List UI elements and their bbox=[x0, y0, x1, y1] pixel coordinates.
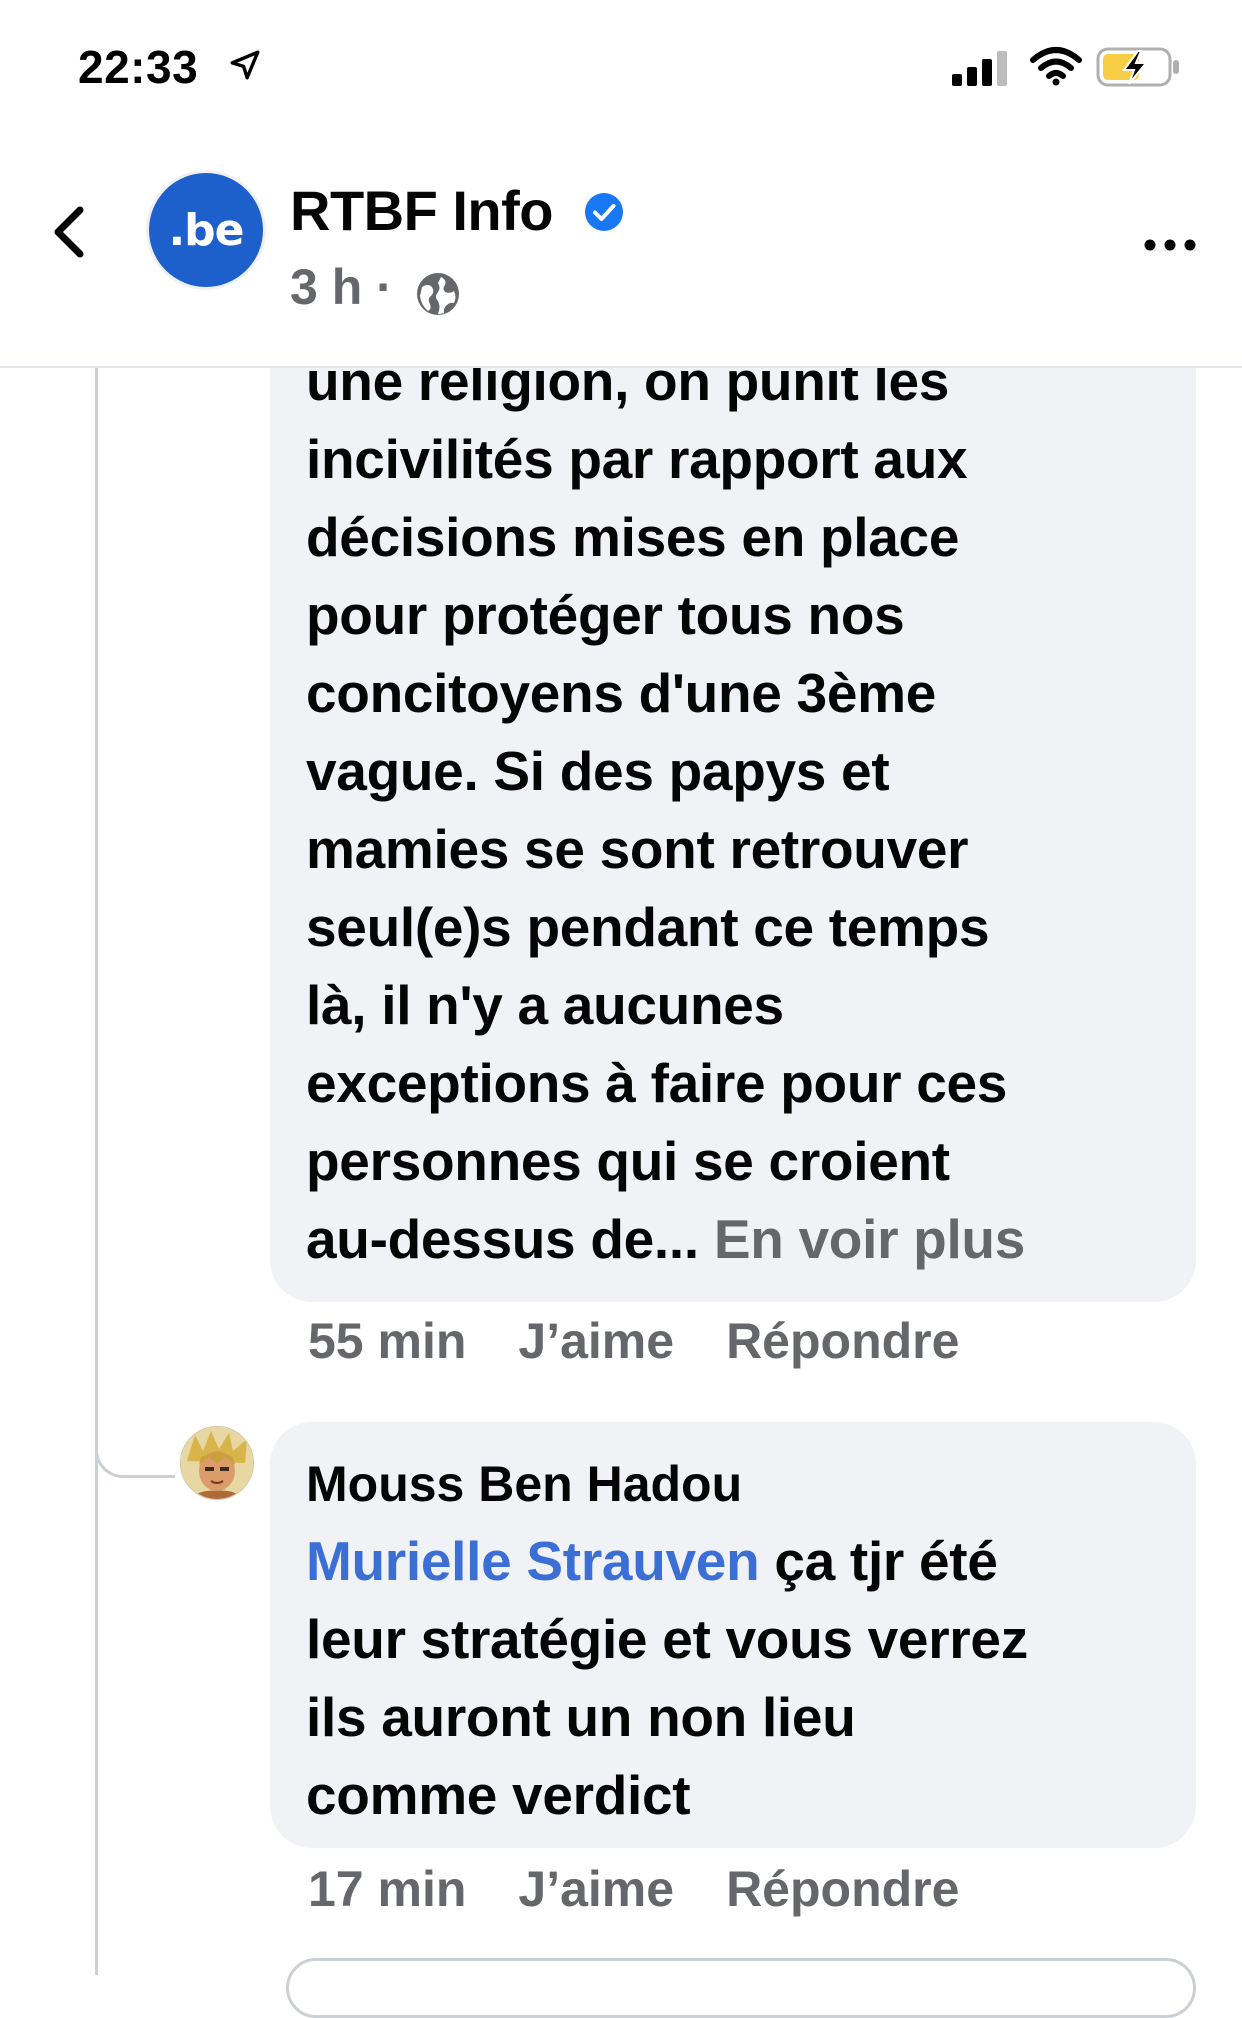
comment-actions: 55 min J’aime Répondre bbox=[308, 1312, 959, 1370]
see-more-link[interactable]: En voir plus bbox=[714, 1208, 1025, 1270]
next-comment-edge bbox=[286, 1958, 1196, 2018]
thread-line bbox=[95, 368, 98, 1975]
status-bar: 22:33 bbox=[0, 0, 1242, 130]
comment-text: une religion, on punit les incivilités p… bbox=[306, 342, 1166, 1278]
comment-author[interactable]: Mouss Ben Hadou bbox=[306, 1452, 1166, 1516]
globe-icon bbox=[417, 273, 459, 315]
post-time[interactable]: 3 h · bbox=[290, 258, 393, 316]
comment-bubble[interactable]: Mouss Ben Hadou Murielle Strauven ça tjr… bbox=[270, 1422, 1196, 1848]
comment-bubble[interactable]: une religion, on punit les incivilités p… bbox=[270, 300, 1196, 1302]
reply-button[interactable]: Répondre bbox=[726, 1312, 959, 1370]
page-name[interactable]: RTBF Info bbox=[290, 178, 553, 243]
cellular-signal-icon bbox=[952, 51, 1007, 86]
comment-actions: 17 min J’aime Répondre bbox=[308, 1860, 959, 1918]
post-header: .be RTBF Info 3 h · bbox=[0, 140, 1242, 368]
comment-text: Murielle Strauven ça tjr été leur straté… bbox=[306, 1522, 1166, 1834]
wifi-icon bbox=[1030, 47, 1082, 86]
thread-branch-connector bbox=[95, 1400, 175, 1478]
comment-body: une religion, on punit les incivilités p… bbox=[306, 350, 1008, 1270]
like-button[interactable]: J’aime bbox=[518, 1860, 674, 1918]
avatar-image bbox=[181, 1427, 253, 1499]
comment-timestamp: 17 min bbox=[308, 1861, 467, 1917]
more-options-icon[interactable] bbox=[1140, 220, 1200, 270]
commenter-avatar[interactable] bbox=[180, 1426, 254, 1500]
comment-timestamp: 55 min bbox=[308, 1313, 467, 1369]
battery-charging-icon bbox=[1096, 47, 1179, 87]
avatar-logo-text: .be bbox=[168, 204, 244, 256]
status-time: 22:33 bbox=[78, 41, 199, 93]
verified-badge-icon bbox=[585, 193, 623, 231]
page-avatar[interactable]: .be bbox=[146, 170, 266, 290]
like-button[interactable]: J’aime bbox=[518, 1312, 674, 1370]
back-chevron-icon[interactable] bbox=[44, 196, 94, 266]
location-arrow-icon bbox=[230, 50, 260, 80]
mention-link[interactable]: Murielle Strauven bbox=[306, 1530, 760, 1592]
reply-button[interactable]: Répondre bbox=[726, 1860, 959, 1918]
